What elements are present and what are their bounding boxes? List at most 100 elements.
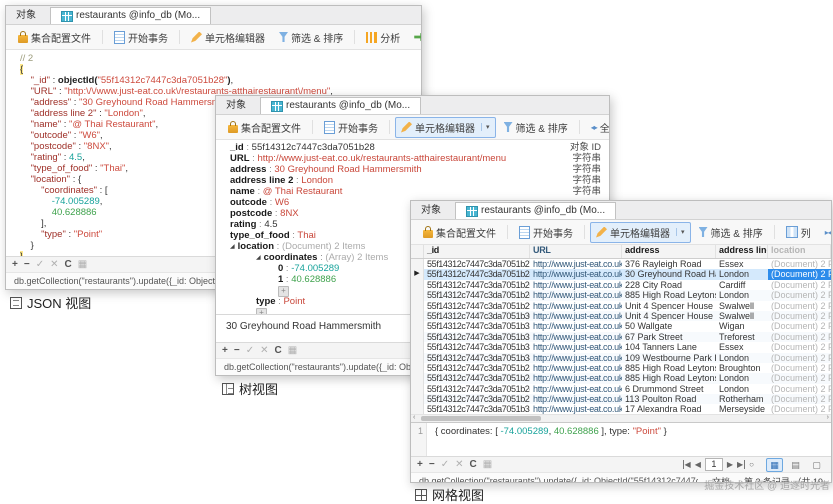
cancel-icon[interactable]: ✕: [455, 458, 463, 471]
grid-cell[interactable]: http://www.just-eat.co.uk/r: [530, 342, 622, 352]
grid-cell[interactable]: 67 Park Street: [622, 332, 716, 342]
grid-cell[interactable]: Essex: [716, 342, 768, 352]
horizontal-scrollbar[interactable]: ‹ ›: [411, 414, 831, 422]
grid-cell[interactable]: (Document) 2 Fields: [768, 301, 831, 311]
grid-cell[interactable]: 30 Greyhound Road Hamm: [622, 269, 716, 279]
grid-cell[interactable]: 55f14312c7447c3da7051b2b: [424, 394, 530, 404]
tab-collection[interactable]: restaurants @info_db (Mo...: [455, 202, 616, 219]
tree-view-toggle[interactable]: ▤: [787, 458, 804, 472]
scroll-right-icon[interactable]: ›: [827, 414, 829, 421]
grid-cell[interactable]: 55f14312c7447c3da7051b30: [424, 311, 530, 321]
start-transaction-button[interactable]: 开始事务: [513, 222, 579, 243]
row-gutter[interactable]: [411, 353, 424, 363]
grid-cell[interactable]: http://www.just-eat.co.uk/r: [530, 301, 622, 311]
add-row-icon[interactable]: +: [417, 458, 423, 471]
tree-row[interactable]: address : 30 Greyhound Road Hammersmith字…: [216, 164, 609, 175]
column-header[interactable]: address: [622, 245, 716, 258]
json-view-toggle[interactable]: ▢: [808, 458, 825, 472]
columns-button[interactable]: 列: [780, 222, 817, 243]
tree-row[interactable]: URL : http://www.just-eat.co.uk/restaura…: [216, 153, 609, 164]
grid-cell[interactable]: http://www.just-eat.co.uk/r: [530, 404, 622, 414]
stop-icon[interactable]: ○: [749, 460, 754, 469]
column-header[interactable]: _id: [424, 245, 530, 258]
row-gutter[interactable]: [411, 404, 424, 414]
tree-row[interactable]: name : @ Thai Restaurant字符串: [216, 186, 609, 197]
grid-cell[interactable]: http://www.just-eat.co.uk/r: [530, 290, 622, 300]
grid-cell[interactable]: http://www.just-eat.co.uk/r: [530, 269, 622, 279]
grid-cell[interactable]: Treforest: [716, 332, 768, 342]
grid-cell[interactable]: Unit 4 Spencer House: [622, 301, 716, 311]
grid-cell[interactable]: 55f14312c7447c3da7051b2d: [424, 384, 530, 394]
grid-cell[interactable]: 104 Tanners Lane: [622, 342, 716, 352]
grid-cell[interactable]: http://www.just-eat.co.uk/r: [530, 353, 622, 363]
table-row[interactable]: ▶55f14312c7447c3da7051b28http://www.just…: [411, 269, 831, 279]
grid-small-icon[interactable]: ▦: [288, 344, 297, 357]
grid-cell[interactable]: 55f14312c7447c3da7051b32: [424, 321, 530, 331]
grid-cell[interactable]: (Document) 2 Fields: [768, 269, 831, 279]
tab-collection[interactable]: restaurants @info_db (Mo...: [260, 97, 421, 114]
row-gutter[interactable]: [411, 384, 424, 394]
cancel-icon[interactable]: ✕: [260, 344, 268, 357]
grid-cell[interactable]: (Document) 2 Fields: [768, 394, 831, 404]
grid-cell[interactable]: Cardiff: [716, 280, 768, 290]
table-row[interactable]: 55f14312c7447c3da7051b2ehttp://www.just-…: [411, 290, 831, 300]
grid-cell[interactable]: Rotherham: [716, 394, 768, 404]
grid-cell[interactable]: (Document) 2 Fields: [768, 373, 831, 383]
table-row[interactable]: 55f14312c7447c3da7051b31http://www.just-…: [411, 332, 831, 342]
row-gutter[interactable]: [411, 321, 424, 331]
filter-sort-button[interactable]: 筛选 & 排序: [693, 222, 769, 243]
grid-cell[interactable]: (Document) 2 Fields: [768, 280, 831, 290]
grid-cell[interactable]: http://www.just-eat.co.uk/r: [530, 332, 622, 342]
grid-cell[interactable]: 55f14312c7447c3da7051b2e: [424, 290, 530, 300]
column-header[interactable]: location: [768, 245, 831, 258]
grid-cell[interactable]: (Document) 2 Fields: [768, 311, 831, 321]
cell-editor-button[interactable]: 单元格编辑器: [185, 27, 271, 48]
grid-cell[interactable]: http://www.just-eat.co.uk/r: [530, 384, 622, 394]
grid-cell[interactable]: 55f14312c7447c3da7051b2a: [424, 363, 530, 373]
table-row[interactable]: 55f14312c7447c3da7051b2chttp://www.just-…: [411, 373, 831, 383]
row-gutter[interactable]: [411, 373, 424, 383]
row-gutter[interactable]: [411, 342, 424, 352]
column-header[interactable]: URL: [530, 245, 622, 258]
add-document-icon[interactable]: +: [12, 258, 18, 271]
grid-cell[interactable]: London: [716, 384, 768, 394]
grid-cell[interactable]: 55f14312c7447c3da7051b26: [424, 280, 530, 290]
grid-cell[interactable]: London: [716, 269, 768, 279]
import-button[interactable]: 导入: [408, 27, 422, 48]
commit-icon[interactable]: ✓: [36, 258, 44, 271]
row-gutter[interactable]: [411, 394, 424, 404]
collection-profile-button[interactable]: 集合配置文件: [417, 222, 502, 243]
page-number-input[interactable]: 1: [705, 458, 723, 471]
grid-cell[interactable]: (Document) 2 Fields: [768, 332, 831, 342]
grid-small-icon[interactable]: ▦: [483, 458, 492, 471]
grid-cell[interactable]: (Document) 2 Fields: [768, 363, 831, 373]
grid-cell[interactable]: 885 High Road Leytonstone: [622, 363, 716, 373]
commit-icon[interactable]: ✓: [246, 344, 254, 357]
add-document-icon[interactable]: +: [222, 344, 228, 357]
add-field-button[interactable]: +: [256, 308, 267, 314]
grid-cell[interactable]: http://www.just-eat.co.uk/r: [530, 363, 622, 373]
tree-row[interactable]: address line 2 : London字符串: [216, 175, 609, 186]
row-gutter[interactable]: ▶: [411, 269, 424, 279]
grid-cell[interactable]: (Document) 2 Fields: [768, 353, 831, 363]
grid-cell[interactable]: 55f14312c7447c3da7051b35: [424, 404, 530, 414]
table-row[interactable]: 55f14312c7447c3da7051b2dhttp://www.just-…: [411, 384, 831, 394]
commit-icon[interactable]: ✓: [441, 458, 449, 471]
tree-row[interactable]: _id : 55f14312c7447c3da7051b28对象 ID: [216, 142, 609, 153]
row-gutter[interactable]: [411, 280, 424, 290]
grid-cell[interactable]: http://www.just-eat.co.uk/r: [530, 373, 622, 383]
filter-sort-button[interactable]: 筛选 & 排序: [273, 27, 349, 48]
start-transaction-button[interactable]: 开始事务: [318, 117, 384, 138]
row-gutter[interactable]: [411, 332, 424, 342]
grid-cell[interactable]: London: [716, 290, 768, 300]
table-row[interactable]: 55f14312c7447c3da7051b30http://www.just-…: [411, 311, 831, 321]
grid-cell[interactable]: 109 Westbourne Park Road: [622, 353, 716, 363]
remove-row-icon[interactable]: −: [429, 458, 435, 471]
grid-cell[interactable]: (Document) 2 Fields: [768, 404, 831, 414]
remove-document-icon[interactable]: −: [24, 258, 30, 271]
row-gutter[interactable]: [411, 311, 424, 321]
scrollbar-thumb[interactable]: [421, 416, 541, 421]
tab-objects[interactable]: 对象: [411, 203, 451, 219]
grid-cell[interactable]: (Document) 2 Fields: [768, 259, 831, 269]
table-row[interactable]: 55f14312c7447c3da7051b35http://www.just-…: [411, 404, 831, 414]
